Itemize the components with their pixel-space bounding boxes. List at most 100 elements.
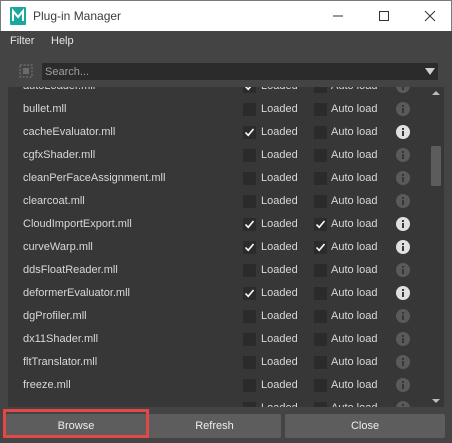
- loaded-checkbox[interactable]: [243, 356, 256, 369]
- auto-load-label: Auto load: [331, 333, 378, 345]
- auto-load-checkbox[interactable]: [314, 149, 327, 162]
- browse-button[interactable]: Browse: [6, 414, 146, 438]
- loaded-checkbox[interactable]: [243, 195, 256, 208]
- loaded-checkbox[interactable]: [243, 103, 256, 116]
- menu-filter[interactable]: Filter: [10, 35, 34, 47]
- refresh-button[interactable]: Refresh: [148, 414, 281, 438]
- info-icon: [396, 378, 410, 392]
- plugin-row: ddsFloatReader.mll Loaded Auto load: [8, 259, 428, 282]
- scrollbar-thumb[interactable]: [431, 146, 441, 186]
- loaded-checkbox[interactable]: [243, 333, 256, 346]
- plugin-name: fltTranslator.mll: [23, 356, 98, 368]
- auto-load-label: Auto load: [331, 402, 377, 407]
- info-icon: [396, 332, 410, 346]
- auto-load-label: Auto load: [331, 379, 378, 391]
- minimize-button[interactable]: [315, 1, 361, 31]
- maximize-button[interactable]: [361, 1, 407, 31]
- plugin-list[interactable]: autoLoader.mll Loaded Auto load bullet.mll L…: [8, 87, 444, 407]
- plugin-row: freeze.mll Loaded Auto load: [8, 374, 428, 397]
- plugin-row: fltTranslator.mll Loaded Auto load: [8, 351, 428, 374]
- scroll-up-icon[interactable]: [428, 87, 444, 99]
- loaded-checkbox[interactable]: [243, 87, 256, 93]
- close-window-button[interactable]: [407, 1, 452, 31]
- auto-load-checkbox[interactable]: [314, 287, 327, 300]
- menu-help[interactable]: Help: [51, 35, 74, 47]
- plugin-name: freeze.mll: [23, 379, 71, 391]
- title-bar[interactable]: Plug-in Manager: [0, 0, 452, 31]
- search-row: [0, 59, 452, 85]
- info-icon: [396, 401, 410, 407]
- loaded-label: Loaded: [261, 195, 298, 207]
- minimize-icon: [333, 15, 343, 17]
- loaded-checkbox[interactable]: [243, 218, 256, 231]
- loaded-checkbox[interactable]: [243, 149, 256, 162]
- search-field[interactable]: [42, 63, 438, 80]
- loaded-checkbox[interactable]: [243, 241, 256, 254]
- loaded-checkbox[interactable]: [243, 126, 256, 139]
- auto-load-checkbox[interactable]: [314, 87, 327, 93]
- info-icon[interactable]: [396, 286, 410, 300]
- chevron-down-icon[interactable]: [425, 68, 435, 75]
- plugin-row: autoLoader.mll Loaded Auto load: [8, 87, 428, 98]
- loaded-label: Loaded: [261, 402, 298, 407]
- loaded-label: Loaded: [261, 264, 298, 276]
- auto-load-label: Auto load: [331, 87, 377, 92]
- auto-load-checkbox[interactable]: [314, 356, 327, 369]
- auto-load-checkbox[interactable]: [314, 218, 327, 231]
- plugin-name: clearcoat.mll: [23, 195, 85, 207]
- auto-load-label: Auto load: [331, 126, 378, 138]
- auto-load-checkbox[interactable]: [314, 126, 327, 139]
- loaded-label: Loaded: [261, 310, 298, 322]
- plugin-row: deformerEvaluator.mll Loaded Auto load: [8, 282, 428, 305]
- auto-load-label: Auto load: [331, 287, 378, 299]
- window-title: Plug-in Manager: [33, 9, 122, 23]
- plugin-name: CloudImportExport.mll: [23, 218, 132, 230]
- auto-load-checkbox[interactable]: [314, 103, 327, 116]
- loaded-checkbox[interactable]: [243, 172, 256, 185]
- loaded-label: Loaded: [261, 172, 298, 184]
- plugin-row: cacheEvaluator.mll Loaded Auto load: [8, 121, 428, 144]
- auto-load-checkbox[interactable]: [314, 379, 327, 392]
- plugin-row: cgfxShader.mll Loaded Auto load: [8, 144, 428, 167]
- filter-icon[interactable]: [18, 63, 34, 79]
- search-input[interactable]: [45, 65, 415, 79]
- loaded-checkbox[interactable]: [243, 379, 256, 392]
- loaded-checkbox[interactable]: [243, 264, 256, 277]
- auto-load-checkbox[interactable]: [314, 195, 327, 208]
- plugin-row: dx11Shader.mll Loaded Auto load: [8, 328, 428, 351]
- plugin-name: cacheEvaluator.mll: [23, 126, 116, 138]
- loaded-checkbox[interactable]: [243, 402, 256, 407]
- loaded-checkbox[interactable]: [243, 310, 256, 323]
- plugin-name: dgProfiler.mll: [23, 310, 87, 322]
- loaded-checkbox[interactable]: [243, 287, 256, 300]
- auto-load-checkbox[interactable]: [314, 241, 327, 254]
- close-button[interactable]: Close: [285, 414, 445, 438]
- auto-load-checkbox[interactable]: [314, 333, 327, 346]
- info-icon[interactable]: [396, 240, 410, 254]
- info-icon: [396, 355, 410, 369]
- info-icon: [396, 309, 410, 323]
- plugin-name: dx11Shader.mll: [23, 333, 99, 345]
- plugin-name: autoLoader.mll: [23, 87, 95, 92]
- auto-load-label: Auto load: [331, 264, 378, 276]
- scroll-down-icon[interactable]: [428, 395, 444, 407]
- info-icon: [396, 102, 410, 116]
- info-icon[interactable]: [396, 217, 410, 231]
- vertical-scrollbar[interactable]: [428, 87, 444, 407]
- plugin-name: cgfxShader.mll: [23, 149, 96, 161]
- plugin-name: bullet.mll: [23, 103, 67, 115]
- loaded-label: Loaded: [261, 287, 298, 299]
- maximize-icon: [379, 11, 389, 21]
- auto-load-checkbox[interactable]: [314, 402, 327, 407]
- menu-bar: Filter Help: [0, 31, 452, 53]
- auto-load-label: Auto load: [331, 241, 378, 253]
- loaded-label: Loaded: [261, 149, 298, 161]
- info-icon[interactable]: [396, 125, 410, 139]
- plugin-row: dgProfiler.mll Loaded Auto load: [8, 305, 428, 328]
- plugin-name: ddsFloatReader.mll: [23, 264, 118, 276]
- loaded-label: Loaded: [261, 103, 298, 115]
- auto-load-checkbox[interactable]: [314, 172, 327, 185]
- auto-load-checkbox[interactable]: [314, 310, 327, 323]
- info-icon: [396, 171, 410, 185]
- auto-load-checkbox[interactable]: [314, 264, 327, 277]
